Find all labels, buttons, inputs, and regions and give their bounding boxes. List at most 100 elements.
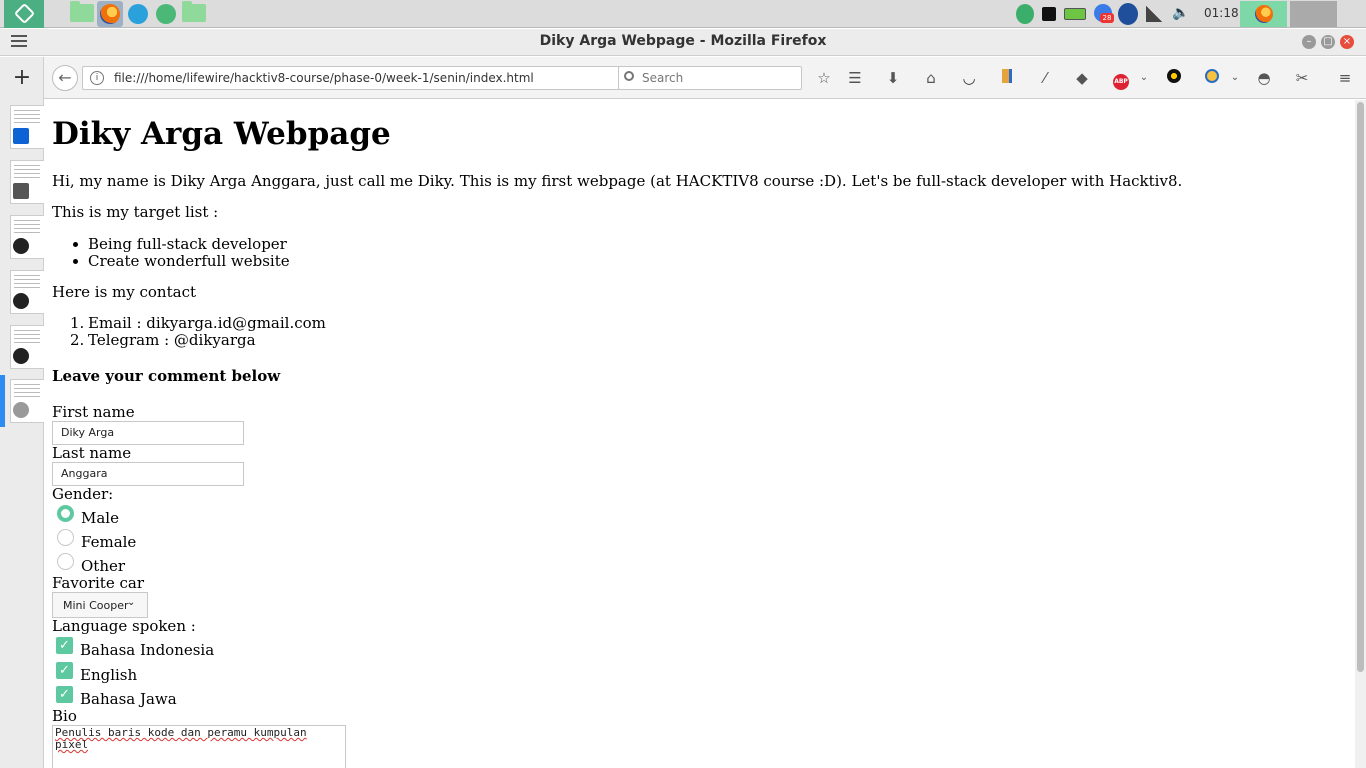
minimize-button[interactable]: – bbox=[1302, 35, 1316, 49]
close-button[interactable]: × bbox=[1340, 35, 1354, 49]
url-text[interactable]: file:///home/lifewire/hacktiv8-course/ph… bbox=[114, 71, 534, 85]
gender-label: Gender: bbox=[52, 485, 114, 503]
adblock-dropdown-icon[interactable]: ⌄ bbox=[1134, 68, 1154, 88]
search-icon bbox=[624, 71, 634, 81]
gender-option-label: Other bbox=[81, 557, 126, 575]
scrollbar-thumb[interactable] bbox=[1357, 102, 1364, 672]
language-option-label: English bbox=[80, 666, 138, 684]
window-title: Diky Arga Webpage - Mozilla Firefox bbox=[539, 33, 827, 49]
new-tab-button[interactable]: + bbox=[0, 67, 44, 89]
github-icon bbox=[13, 348, 29, 364]
telegram-icon[interactable] bbox=[128, 4, 148, 24]
show-desktop-button[interactable] bbox=[1290, 1, 1337, 27]
active-window-firefox-logo-icon bbox=[1255, 5, 1273, 23]
color-picker-icon[interactable] bbox=[1164, 68, 1184, 88]
target-item-text: Create wonderfull website bbox=[88, 252, 290, 270]
extension-dropdown-icon[interactable]: ⌄ bbox=[1225, 68, 1245, 88]
battery-icon[interactable] bbox=[1064, 8, 1086, 20]
page-heading: Diky Arga Webpage bbox=[52, 116, 391, 152]
language-label: Language spoken : bbox=[52, 617, 196, 635]
firefox-logo-icon bbox=[100, 4, 120, 24]
maximize-button[interactable]: □ bbox=[1321, 35, 1335, 49]
tab-thumbnail-github-1[interactable] bbox=[10, 215, 44, 259]
window-titlebar: Diky Arga Webpage - Mozilla Firefox – □ … bbox=[0, 29, 1366, 56]
github-icon bbox=[13, 238, 29, 254]
page-scrollbar[interactable] bbox=[1355, 100, 1366, 768]
reader-view-icon[interactable]: ☰ bbox=[845, 68, 865, 88]
globe-icon bbox=[13, 402, 29, 418]
tab-thumbnail-github-2[interactable] bbox=[10, 270, 44, 314]
back-button[interactable]: ← bbox=[52, 65, 78, 91]
shield-icon[interactable] bbox=[1016, 4, 1034, 24]
tab-thumbnail-current[interactable] bbox=[10, 379, 44, 423]
gender-radio-other[interactable] bbox=[57, 553, 74, 570]
bookmarks-library-icon[interactable] bbox=[997, 68, 1017, 88]
private-browsing-icon[interactable]: ◓ bbox=[1254, 68, 1274, 88]
tab-preview-icon bbox=[14, 110, 40, 126]
list-number: 2. bbox=[70, 331, 85, 349]
info-icon[interactable]: i bbox=[90, 71, 104, 85]
page-content: Diky Arga Webpage Hi, my name is Diky Ar… bbox=[44, 100, 1355, 768]
bluetooth-icon[interactable] bbox=[1118, 3, 1138, 25]
dropbox-icon bbox=[13, 128, 29, 144]
terminal-icon[interactable] bbox=[1042, 7, 1056, 21]
first-name-input[interactable]: Diky Arga bbox=[52, 421, 244, 445]
contact-item: 1. Email : dikyarga.id@gmail.com bbox=[70, 314, 326, 332]
tab-thumbnail-trello[interactable] bbox=[10, 160, 44, 204]
comment-heading: Leave your comment below bbox=[52, 367, 281, 385]
extension-icon[interactable] bbox=[1202, 68, 1222, 88]
tab-thumbnail-github-3[interactable] bbox=[10, 325, 44, 369]
atom-icon[interactable] bbox=[156, 4, 176, 24]
bio-label: Bio bbox=[52, 707, 77, 725]
target-item: Being full-stack developer bbox=[73, 235, 287, 253]
search-box[interactable]: Search bbox=[618, 66, 802, 90]
gender-radio-male[interactable] bbox=[57, 505, 74, 522]
language-checkbox-english[interactable]: ✓ bbox=[56, 662, 73, 679]
contact-label: Here is my contact bbox=[52, 283, 196, 301]
signal-icon[interactable] bbox=[1146, 6, 1162, 22]
car-select[interactable]: Mini Cooper ⌄ bbox=[52, 592, 148, 618]
gender-radio-female[interactable] bbox=[57, 529, 74, 546]
volume-icon[interactable]: 🔈 bbox=[1172, 5, 1189, 21]
bio-textarea[interactable]: Penulis baris kode dan peramu kumpulan p… bbox=[52, 725, 346, 768]
folder-icon[interactable] bbox=[70, 1, 94, 22]
home-icon[interactable]: ⌂ bbox=[921, 68, 941, 88]
sync-icon[interactable]: ◆ bbox=[1072, 68, 1092, 88]
search-placeholder: Search bbox=[642, 71, 684, 85]
gender-option-label: Male bbox=[81, 509, 119, 527]
adblock-icon[interactable]: ABP bbox=[1111, 68, 1131, 90]
trello-icon bbox=[13, 183, 29, 199]
tab-preview-icon bbox=[14, 330, 40, 346]
tab-preview-icon bbox=[14, 165, 40, 181]
target-list-label: This is my target list : bbox=[52, 203, 219, 221]
first-name-label: First name bbox=[52, 403, 135, 421]
active-tab-indicator bbox=[0, 375, 5, 427]
chevron-down-icon: ⌄ bbox=[127, 597, 136, 608]
contact-item: 2. Telegram : @dikyarga bbox=[70, 331, 256, 349]
folder-icon-2[interactable] bbox=[182, 1, 206, 22]
github-icon bbox=[13, 293, 29, 309]
notification-badge: 28 bbox=[1100, 13, 1114, 23]
url-bar[interactable]: i file:///home/lifewire/hacktiv8-course/… bbox=[82, 66, 656, 90]
language-checkbox-indonesia[interactable]: ✓ bbox=[56, 637, 73, 654]
intro-paragraph: Hi, my name is Diky Arga Anggara, just c… bbox=[52, 172, 1183, 190]
screenshot-icon[interactable]: ✂ bbox=[1292, 68, 1312, 88]
desktop-panel: 28 🔈 01:18 bbox=[0, 0, 1366, 28]
language-option-label: Bahasa Indonesia bbox=[80, 641, 215, 659]
tab-preview-icon bbox=[14, 220, 40, 236]
pocket-icon[interactable]: ◡ bbox=[959, 68, 979, 88]
car-select-value: Mini Cooper bbox=[63, 599, 129, 612]
language-checkbox-jawa[interactable]: ✓ bbox=[56, 686, 73, 703]
clock[interactable]: 01:18 bbox=[1204, 6, 1239, 20]
last-name-input[interactable]: Anggara bbox=[52, 462, 244, 486]
tab-sidebar: + bbox=[0, 57, 44, 768]
tab-preview-icon bbox=[14, 384, 40, 400]
list-number: 1. bbox=[70, 314, 85, 332]
tab-thumbnail-dropbox[interactable] bbox=[10, 105, 44, 149]
navigation-toolbar: ← i file:///home/lifewire/hacktiv8-cours… bbox=[44, 57, 1366, 99]
bookmark-star-icon[interactable]: ☆ bbox=[814, 68, 834, 88]
dev-tools-icon[interactable]: ⁄ bbox=[1035, 68, 1055, 88]
downloads-icon[interactable]: ⬇ bbox=[883, 68, 903, 88]
gender-option-label: Female bbox=[81, 533, 137, 551]
hamburger-menu-icon[interactable]: ≡ bbox=[1335, 68, 1355, 88]
